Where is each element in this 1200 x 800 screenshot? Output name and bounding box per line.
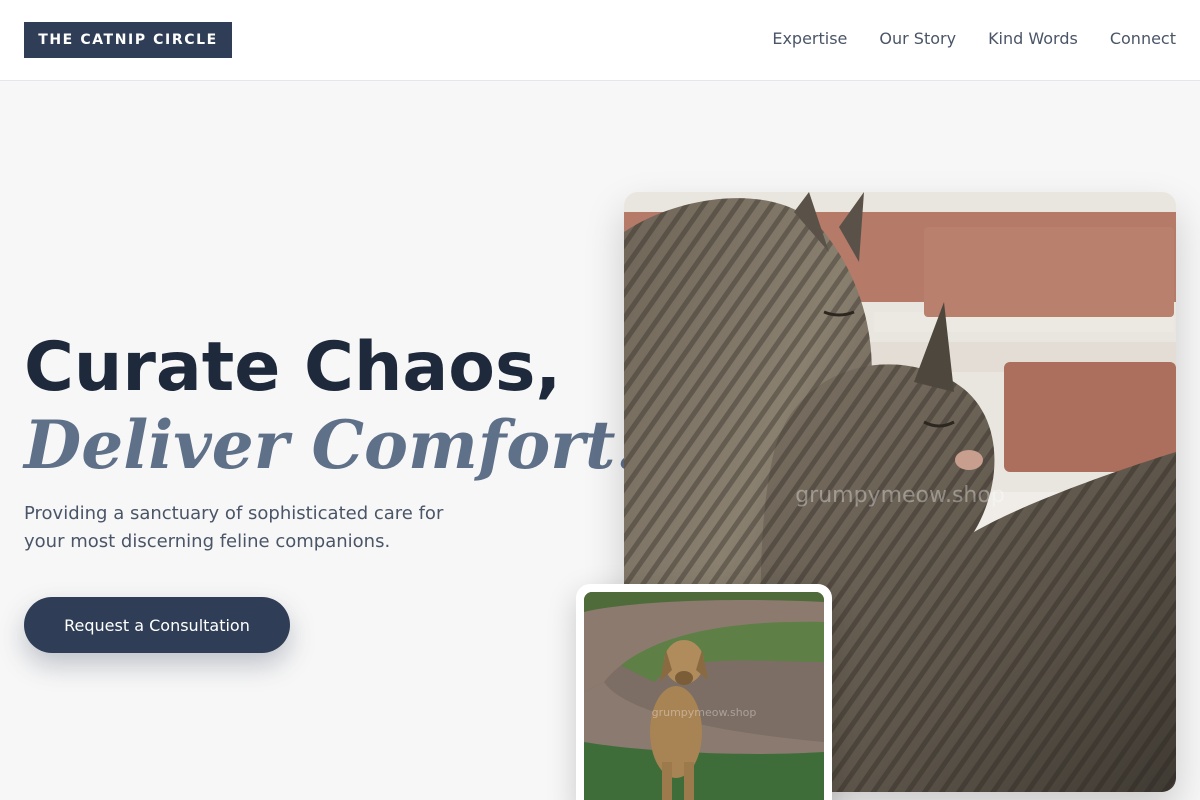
site-header: THE CATNIP CIRCLE Expertise Our Story Ki…	[0, 0, 1200, 81]
hero-subtitle: Providing a sanctuary of sophisticated c…	[24, 503, 444, 552]
nav-link-our-story[interactable]: Our Story	[879, 28, 956, 50]
main-photo-watermark: grumpymeow.shop	[795, 483, 1005, 508]
nav-link-kind-words[interactable]: Kind Words	[988, 28, 1078, 50]
dog-photo-card: grumpymeow.shop	[576, 584, 832, 800]
dog-photo: grumpymeow.shop	[584, 592, 824, 800]
dog-illustration: grumpymeow.shop	[584, 592, 824, 800]
brand-logo[interactable]: THE CATNIP CIRCLE	[24, 22, 232, 58]
nav-link-connect[interactable]: Connect	[1110, 28, 1176, 50]
hero-title: Curate Chaos, Deliver Comfort.	[24, 328, 639, 485]
request-consultation-button[interactable]: Request a Consultation	[24, 597, 290, 653]
main-nav: Expertise Our Story Kind Words Connect	[772, 28, 1176, 50]
hero-title-line-1: Curate Chaos,	[24, 328, 562, 407]
dog-photo-watermark: grumpymeow.shop	[652, 706, 757, 719]
nav-link-expertise[interactable]: Expertise	[772, 28, 847, 50]
hero-title-line-2: Deliver Comfort.	[24, 406, 639, 484]
